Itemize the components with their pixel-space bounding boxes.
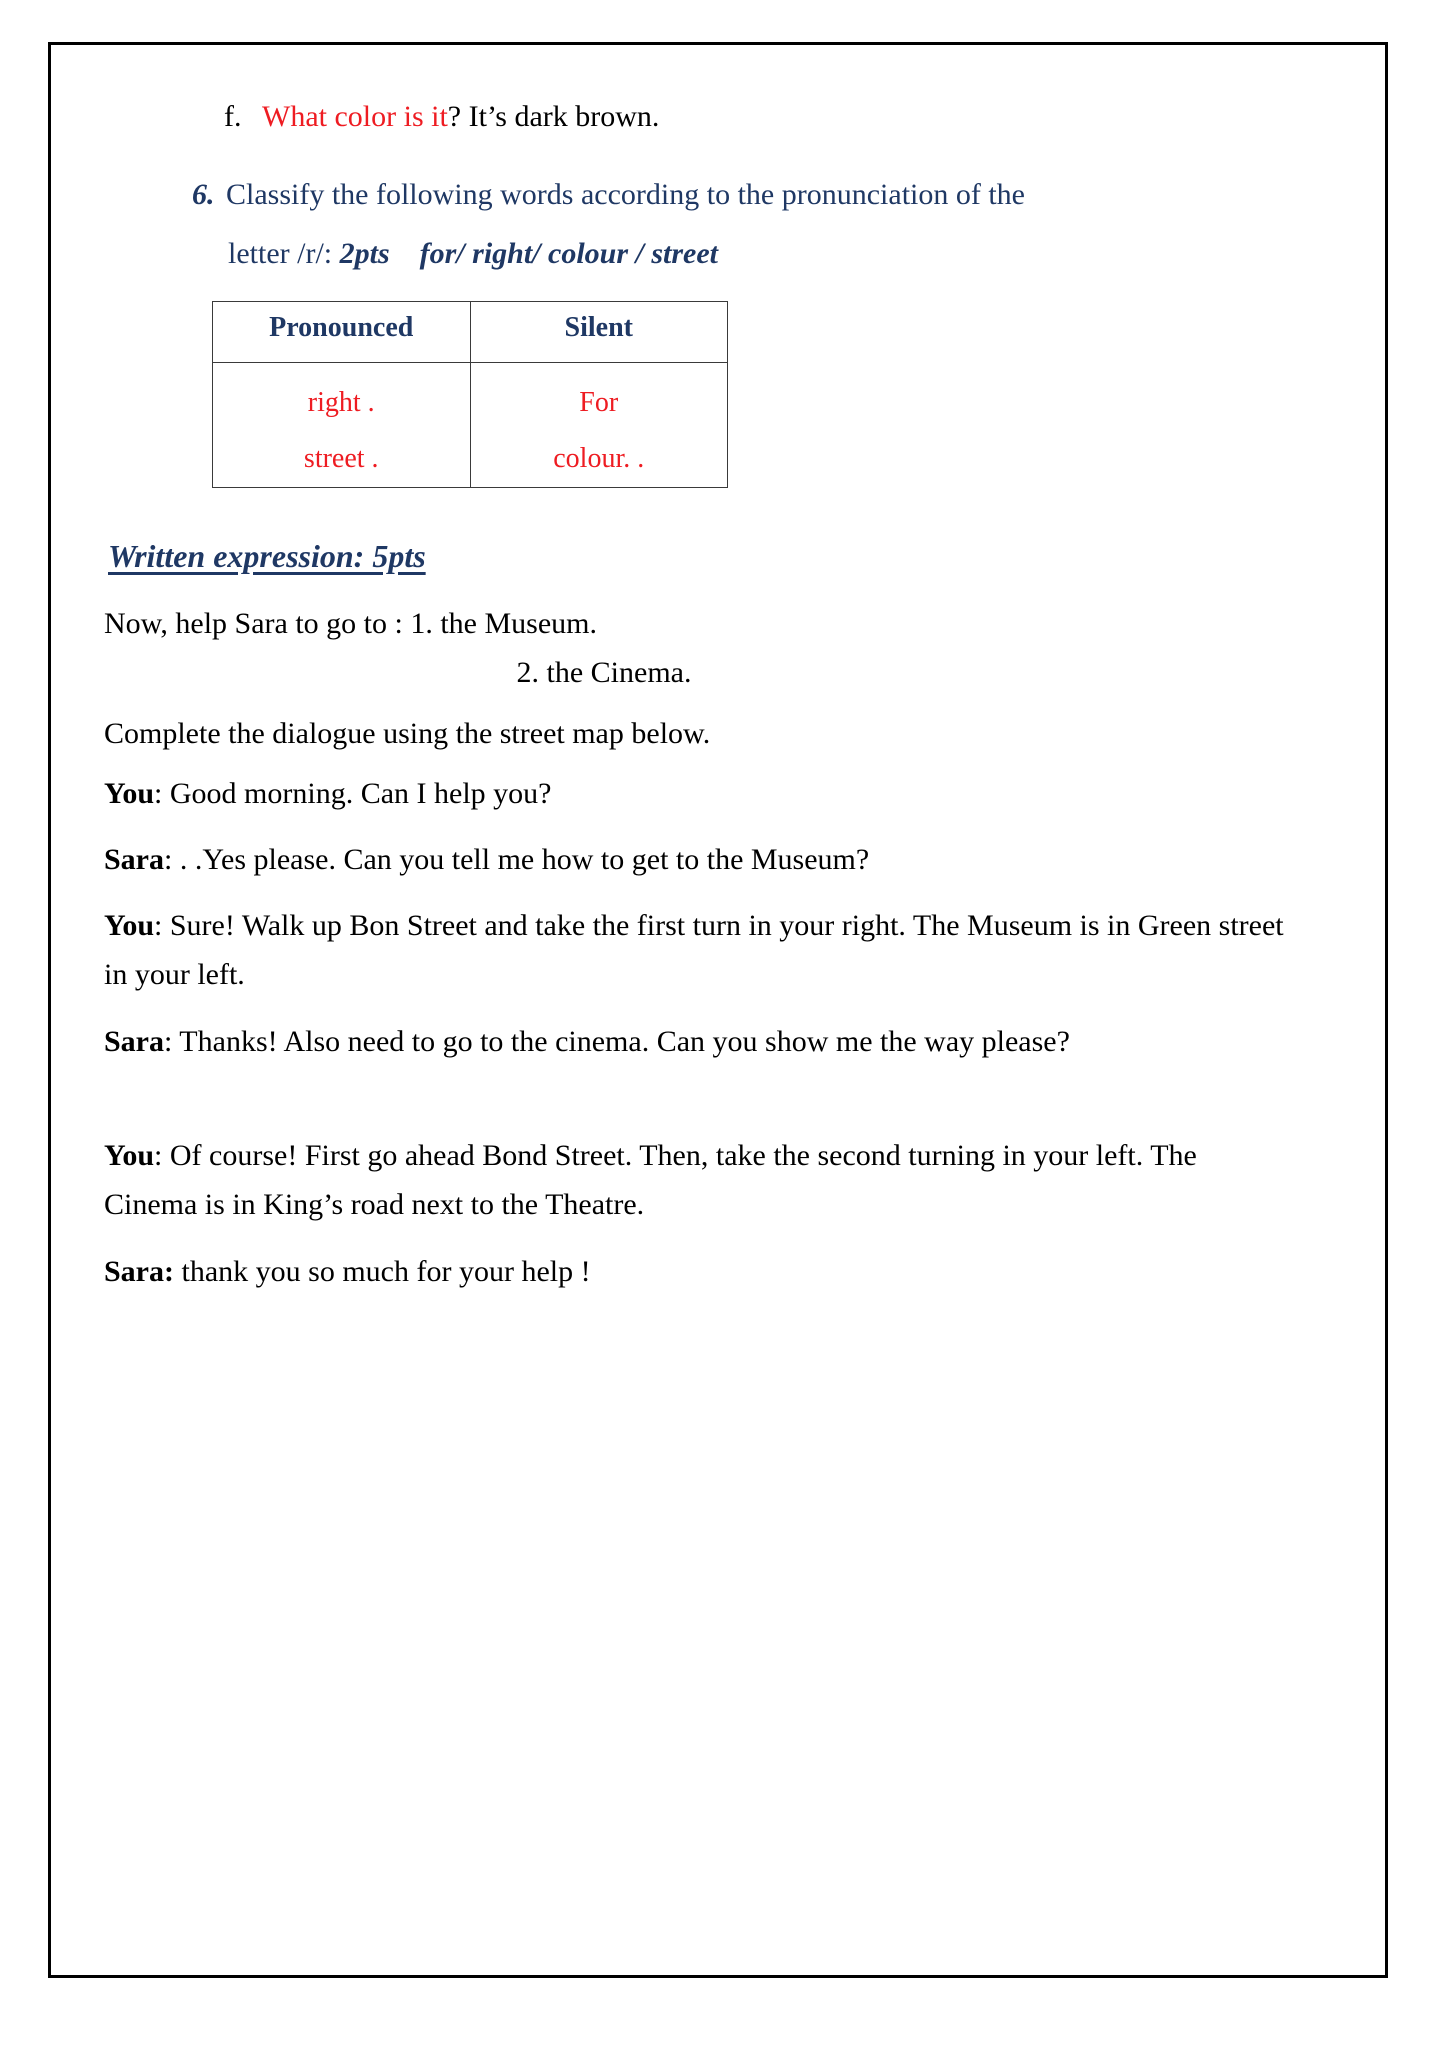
dialogue-text: Good morning. Can I help you? [169, 777, 552, 810]
dialogue-text: Of course! First go ahead Bond Street. T… [104, 1139, 1197, 1221]
dialogue-separator: : [154, 1139, 170, 1172]
dialogue-line-you-2: You: Sure! Walk up Bon Street and take t… [104, 902, 1294, 999]
dialogue-speaker: You [104, 909, 155, 942]
table-row: right . street . For colour. . [212, 362, 728, 488]
item-6-number: 6. [192, 178, 215, 211]
answer-silent-1: For [579, 387, 619, 418]
dialogue-separator: : [164, 843, 180, 876]
written-expression-intro: Now, help Sara to go to : 1. the Museum. [104, 607, 597, 640]
exercise-item-f: f. What color is it? It’s dark brown. [224, 98, 659, 136]
dialogue-speaker: Sara [104, 843, 164, 876]
dialogue-speaker: You [104, 1139, 155, 1172]
table-cell-pronounced-answers: right . street . [212, 362, 471, 488]
dialogue-line-sara-1: Sara: . .Yes please. Can you tell me how… [104, 836, 1294, 885]
answer-pronounced-1: right . [307, 387, 375, 418]
table-cell-silent-answers: For colour. . [469, 362, 728, 488]
dialogue-separator: : [154, 777, 170, 810]
item-6-letter-label: letter /r/: [228, 236, 333, 270]
table-header-row: Pronounced Silent [212, 301, 728, 363]
item-f-marker: f. [224, 100, 242, 133]
answer-silent-2: colour. . [553, 443, 645, 474]
table-header-silent: Silent [469, 301, 728, 363]
dialogue-text: Sure! Walk up Bon Street and take the fi… [104, 909, 1284, 991]
item-f-answer: ? It’s dark brown. [447, 100, 660, 133]
item-6-word-list: for/ right/ colour / street [419, 236, 718, 270]
dialogue-line-you-1: You: Good morning. Can I help you? [104, 770, 1294, 819]
dialogue-line-sara-3: Sara: thank you so much for your help ! [104, 1248, 1294, 1297]
item-6-instruction: Classify the following words according t… [226, 178, 1025, 211]
answer-pronounced-2: street . [303, 443, 379, 474]
item-f-question: What color is it [262, 100, 448, 133]
dialogue-line-sara-2: Sara: Thanks! Also need to go to the cin… [104, 1018, 1294, 1067]
table-header-pronounced: Pronounced [212, 301, 471, 363]
dialogue-separator: : [154, 909, 170, 942]
exercise-item-6: 6. Classify the following words according… [192, 166, 1282, 283]
dialogue-separator [174, 1255, 182, 1288]
dialogue-speaker: You [104, 777, 155, 810]
dialogue-text: . .Yes please. Can you tell me how to ge… [179, 843, 870, 876]
written-expression-heading: Written expression: 5pts [108, 538, 426, 574]
dialogue-text: thank you so much for your help ! [181, 1255, 591, 1288]
written-expression-intro-second: 2. the Cinema. [516, 656, 692, 689]
document-page: f. What color is it? It’s dark brown. 6. C… [52, 48, 1396, 2048]
dialogue-speaker: Sara: [104, 1255, 174, 1288]
dialogue-text: Thanks! Also need to go to the cinema. C… [179, 1025, 1070, 1058]
classification-table: Pronounced Silent right . street . For c… [212, 301, 728, 488]
written-expression-instruction: Complete the dialogue using the street m… [104, 717, 711, 750]
item-6-points: 2pts [339, 236, 390, 270]
dialogue-line-you-3: You: Of course! First go ahead Bond Stre… [104, 1132, 1294, 1229]
dialogue-speaker: Sara [104, 1025, 164, 1058]
item-6-second-line: letter /r/: 2pts for/ right/ colour / str… [228, 225, 1282, 284]
dialogue-separator: : [164, 1025, 180, 1058]
